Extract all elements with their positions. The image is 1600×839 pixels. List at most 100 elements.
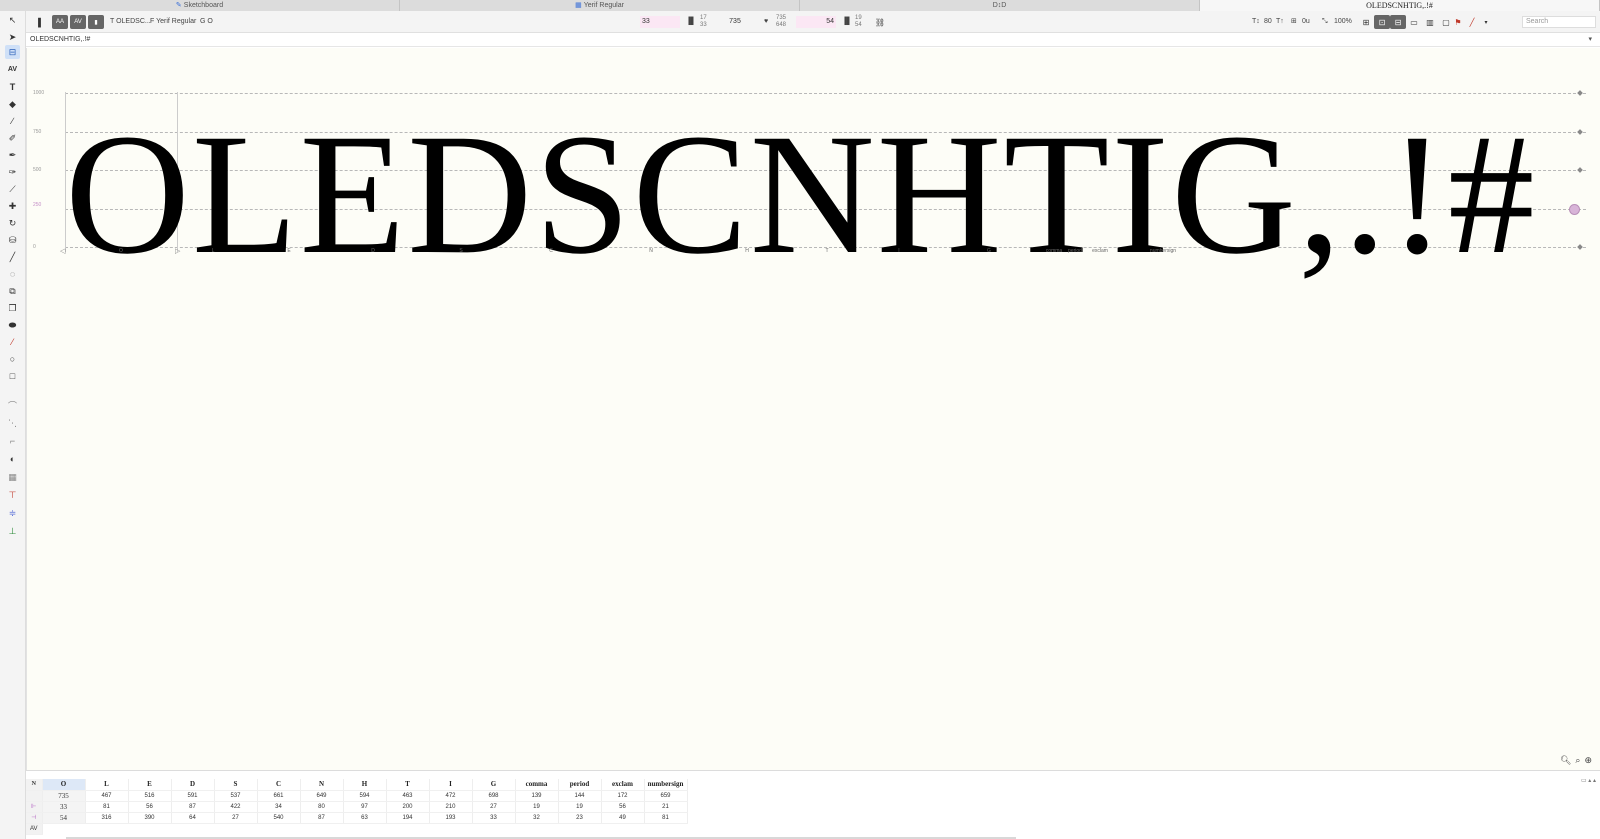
table-cell[interactable]: 172 xyxy=(601,790,645,802)
lsb-field[interactable]: 33 xyxy=(640,16,680,28)
table-cell[interactable]: 200 xyxy=(386,801,430,813)
eyedropper-icon[interactable]: ⁄ xyxy=(5,335,20,349)
curve-pen-icon[interactable]: ✑ xyxy=(5,165,20,179)
table-cell[interactable]: 97 xyxy=(343,801,387,813)
table-cell[interactable]: 54 xyxy=(42,812,86,824)
table-cell[interactable]: 19 xyxy=(558,801,602,813)
layout-b-icon[interactable]: ⊡ xyxy=(1374,15,1390,29)
table-cell[interactable]: 210 xyxy=(429,801,473,813)
table-cell[interactable]: 87 xyxy=(300,812,344,824)
column-header[interactable]: I xyxy=(429,779,473,791)
rectangle-icon[interactable]: □ xyxy=(5,369,20,383)
columns-icon[interactable]: ▥ xyxy=(1422,15,1438,29)
zoom-value[interactable]: 100% xyxy=(1334,15,1352,29)
table-cell[interactable]: 144 xyxy=(558,790,602,802)
table-cell[interactable]: 516 xyxy=(128,790,172,802)
table-cell[interactable]: 33 xyxy=(42,801,86,813)
join-icon[interactable]: ⋱ xyxy=(5,416,20,430)
glyph-selector[interactable]: G O xyxy=(200,15,213,29)
table-cell[interactable]: 27 xyxy=(214,812,258,824)
editing-canvas[interactable]: 1000 750 500 250 0 ◁ ▷ OLEDSCNHTIG,.!# O… xyxy=(26,48,1600,770)
align-icon[interactable]: ▭ xyxy=(1406,15,1422,29)
rotate-icon[interactable]: ↻ xyxy=(5,216,20,230)
scroll-knob[interactable] xyxy=(1569,204,1580,215)
anchor-green-icon[interactable]: ⊥ xyxy=(5,524,20,538)
table-cell[interactable]: 56 xyxy=(601,801,645,813)
column-header[interactable]: T xyxy=(386,779,430,791)
table-cell[interactable]: 649 xyxy=(300,790,344,802)
spacing-value[interactable]: 0u xyxy=(1302,15,1310,29)
table-cell[interactable]: 34 xyxy=(257,801,301,813)
tab-font[interactable]: ▦ Yerif Regular xyxy=(400,0,800,11)
table-cell[interactable]: 467 xyxy=(85,790,129,802)
text-selector[interactable]: T OLEDSC... xyxy=(110,15,151,29)
tab-text[interactable]: OLEDSCNHTIG,.!# xyxy=(1200,0,1600,11)
table-cell[interactable]: 80 xyxy=(300,801,344,813)
copy-icon[interactable]: ❐ xyxy=(5,301,20,315)
transform-icon[interactable]: ⧉ xyxy=(5,284,20,298)
column-header[interactable]: C xyxy=(257,779,301,791)
table-cell[interactable]: 698 xyxy=(472,790,516,802)
table-cell[interactable]: 594 xyxy=(343,790,387,802)
view-mode-button[interactable]: ▮ xyxy=(88,15,104,29)
ellipse-icon[interactable]: ○ xyxy=(5,352,20,366)
rsb-field[interactable]: 54 xyxy=(796,16,836,28)
zoom-fit-icon[interactable]: ⊕ xyxy=(1584,755,1592,766)
font-size-value[interactable]: 80 xyxy=(1264,15,1272,29)
tab-glyph[interactable]: D↕D xyxy=(800,0,1200,11)
zoom-in-icon[interactable]: ⌕ xyxy=(1575,755,1580,766)
table-cell[interactable]: 56 xyxy=(128,801,172,813)
column-header[interactable]: E xyxy=(128,779,172,791)
ruler-icon[interactable]: ╱ xyxy=(5,250,20,264)
text-mode-button[interactable]: AA xyxy=(52,15,68,29)
table-cell[interactable]: 81 xyxy=(644,812,688,824)
table-cell[interactable]: 64 xyxy=(171,812,215,824)
table-cell[interactable]: 316 xyxy=(85,812,129,824)
corner-icon[interactable]: ⌐ xyxy=(5,434,20,448)
glyph-text-run[interactable]: OLEDSCNHTIG,.!# xyxy=(65,108,1537,281)
shape-icon[interactable]: ⬬ xyxy=(5,318,20,332)
table-cell[interactable]: 87 xyxy=(171,801,215,813)
guide-red-icon[interactable]: ⊤ xyxy=(5,488,20,502)
table-cell[interactable]: 33 xyxy=(472,812,516,824)
metric-handle[interactable] xyxy=(1577,244,1583,250)
table-cell[interactable]: 63 xyxy=(343,812,387,824)
table-cell[interactable]: 32 xyxy=(515,812,559,824)
eraser-icon[interactable]: ◆ xyxy=(5,97,20,111)
layout-c-icon[interactable]: ⊟ xyxy=(1390,15,1406,29)
table-cell[interactable]: 23 xyxy=(558,812,602,824)
metric-handle[interactable] xyxy=(1577,90,1583,96)
text-tool-icon[interactable]: T xyxy=(5,80,20,94)
table-cell[interactable]: 390 xyxy=(128,812,172,824)
table-cell[interactable]: 661 xyxy=(257,790,301,802)
layout-a-icon[interactable]: ⊞ xyxy=(1358,15,1374,29)
column-header[interactable]: S xyxy=(214,779,258,791)
text-size-icon[interactable]: T↑ xyxy=(1276,15,1284,29)
table-cell[interactable]: 422 xyxy=(214,801,258,813)
column-header[interactable]: D xyxy=(171,779,215,791)
column-header[interactable]: H xyxy=(343,779,387,791)
column-header[interactable]: O xyxy=(42,779,86,791)
metrics-tool-icon[interactable]: ⊟ xyxy=(5,45,20,59)
kern-mode-button[interactable]: AV xyxy=(70,15,86,29)
pen-icon[interactable]: ✒ xyxy=(5,148,20,162)
table-cell[interactable]: 49 xyxy=(601,812,645,824)
column-header[interactable]: L xyxy=(85,779,129,791)
column-header[interactable]: numbersign xyxy=(644,779,688,791)
contrast-icon[interactable]: ◐ xyxy=(5,452,20,466)
table-cell[interactable]: 27 xyxy=(472,801,516,813)
kerning-icon[interactable]: AV xyxy=(5,62,20,76)
panel-controls[interactable]: ▭ ▴ ▴ xyxy=(1581,777,1596,784)
table-cell[interactable]: 591 xyxy=(171,790,215,802)
table-cell[interactable]: 537 xyxy=(214,790,258,802)
smooth-curve-icon[interactable]: ⌒ xyxy=(5,398,20,412)
table-cell[interactable]: 139 xyxy=(515,790,559,802)
guide-blue-icon[interactable]: ≑ xyxy=(5,506,20,520)
search-input[interactable]: Search xyxy=(1522,16,1596,28)
pointer-icon[interactable]: ↖ xyxy=(5,13,20,27)
chevron-down-icon[interactable]: ▾ xyxy=(1588,33,1592,47)
table-cell[interactable]: 463 xyxy=(386,790,430,802)
tab-sketchboard[interactable]: ✎ Sketchboard xyxy=(0,0,400,11)
grid-tool-icon[interactable]: ▦ xyxy=(5,470,20,484)
cross-icon[interactable]: ✚ xyxy=(5,199,20,213)
